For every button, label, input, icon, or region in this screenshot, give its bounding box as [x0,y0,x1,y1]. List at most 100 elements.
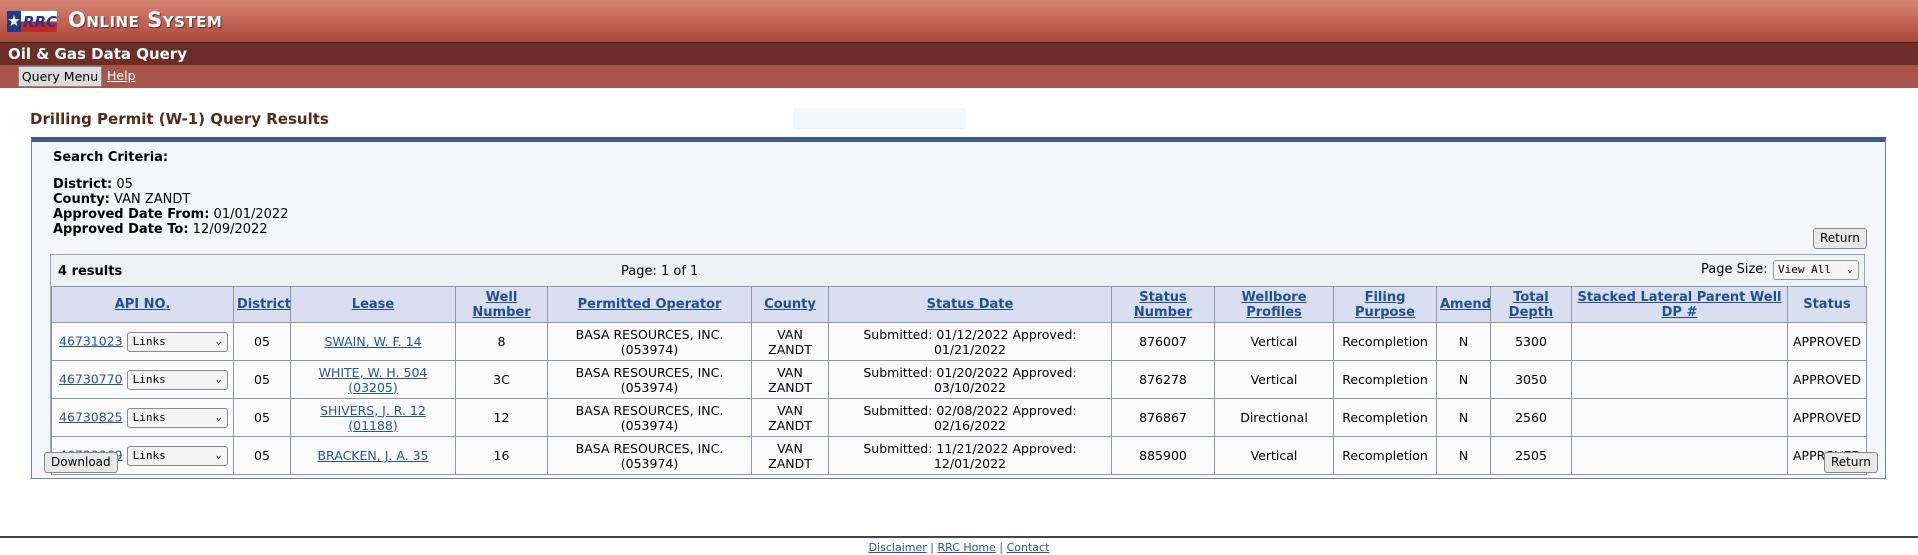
lease-link[interactable]: SHIVERS, J. R. 12 (01188) [320,403,426,433]
chevron-down-icon: ⌄ [215,411,222,423]
chevron-down-icon: ⌄ [215,373,222,385]
cell-district: 05 [233,398,291,437]
col-filing-purpose[interactable]: Filing Purpose [1333,286,1437,323]
table-row: 46731023 Links ⌄ 05 SWAIN, W. F. 14 8 BASA… [51,322,1867,361]
col-status-number[interactable]: Status Number [1111,286,1215,323]
col-wellbore-profiles[interactable]: Wellbore Profiles [1214,286,1334,323]
chevron-down-icon: ⌄ [215,449,222,461]
col-amend[interactable]: Amend [1436,286,1491,323]
cell-stacked [1571,398,1788,437]
criteria-county: County: VAN ZANDT [53,192,191,207]
api-link[interactable]: 46731023 [59,333,123,348]
cell-stacked [1571,436,1788,475]
table-row: 46730969Links⌄ 05 BRACKEN, J. A. 35 16 B… [51,436,1867,475]
cell-well-number: 16 [455,436,548,475]
cell-well-number: 12 [455,398,548,437]
disclaimer-link[interactable]: Disclaimer [869,541,927,554]
return-button-top[interactable]: Return [1813,228,1867,249]
table-row: 46730770 Links ⌄ 05 WHITE, W. H. 504 (0320… [51,360,1867,399]
api-link[interactable]: 46730825 [59,409,123,424]
page-size-label: Page Size: [1701,262,1768,277]
page-info: Page: 1 of 1 [621,264,699,279]
lease-link[interactable]: BRACKEN, J. A. 35 [317,448,428,463]
contact-link[interactable]: Contact [1007,541,1050,554]
cell-depth: 5300 [1490,322,1572,361]
cell-status-number: 876278 [1111,360,1215,399]
chevron-down-icon: ⌄ [215,335,222,347]
page-size-select[interactable]: View All ⌄ [1773,260,1859,280]
cell-district: 05 [233,322,291,361]
search-criteria-heading: Search Criteria: [53,150,169,165]
cell-amend: N [1436,360,1491,399]
table-header-row: API NO. District Lease Well Number Permi… [51,286,1867,323]
nav-bar: Query Menu Help [0,65,1918,88]
rrc-home-link[interactable]: RRC Home [937,541,995,554]
cell-purpose: Recompletion [1333,436,1437,475]
table-row: 46730825 Links ⌄ 05 SHIVERS, J. R. 12 (011… [51,398,1867,437]
links-select[interactable]: Links ⌄ [126,331,228,352]
footer-divider [0,536,1918,538]
col-api-no[interactable]: API NO. [51,286,234,323]
cell-operator: BASA RESOURCES, INC.(053974) [547,322,752,361]
results-count: 4 results [58,264,123,279]
links-select[interactable]: Links ⌄ [126,407,228,428]
cell-depth: 3050 [1490,360,1572,399]
cell-county: VAN ZANDT [751,398,829,437]
col-stacked-lateral[interactable]: Stacked Lateral Parent Well DP # [1571,286,1788,323]
footer-separator: | [930,541,934,554]
cell-status: APPROVED [1787,322,1867,361]
cell-stacked [1571,360,1788,399]
header-banner: RRC Online System [0,0,1918,42]
cell-amend: N [1436,436,1491,475]
cell-status-date: Submitted: 01/12/2022 Approved: 01/21/20… [828,322,1112,361]
cell-operator: BASA RESOURCES, INC.(053974) [547,360,752,399]
cell-well-number: 8 [455,322,548,361]
cell-county: VAN ZANDT [751,360,829,399]
cell-purpose: Recompletion [1333,322,1437,361]
links-select[interactable]: Links ⌄ [126,445,228,466]
cell-district: 05 [233,360,291,399]
download-button[interactable]: Download [44,452,118,473]
return-button-bottom[interactable]: Return [1824,452,1878,473]
links-select[interactable]: Links ⌄ [126,369,228,390]
footer-separator: | [999,541,1004,554]
api-link[interactable]: 46730770 [59,371,123,386]
results-table: API NO. District Lease Well Number Permi… [51,286,1867,475]
col-operator[interactable]: Permitted Operator [547,286,752,323]
lease-link[interactable]: SWAIN, W. F. 14 [324,334,421,349]
col-well-number[interactable]: Well Number [455,286,548,323]
cell-depth: 2560 [1490,398,1572,437]
cell-status-number: 876867 [1111,398,1215,437]
help-link[interactable]: Help [107,68,136,83]
query-menu-button[interactable]: Query Menu [18,66,102,87]
cell-profile: Vertical [1214,360,1334,399]
criteria-district: District: 05 [53,177,133,192]
cell-profile: Directional [1214,398,1334,437]
cell-operator: BASA RESOURCES, INC.(053974) [547,398,752,437]
col-lease[interactable]: Lease [290,286,456,323]
results-panel: Search Criteria: District: 05 County: VA… [31,137,1886,479]
col-district[interactable]: District [233,286,291,323]
cell-status-date: Submitted: 11/21/2022 Approved: 12/01/20… [828,436,1112,475]
lease-link[interactable]: WHITE, W. H. 504 (03205) [319,365,428,395]
cell-county: VAN ZANDT [751,436,829,475]
faded-overlay [793,108,966,129]
cell-stacked [1571,322,1788,361]
col-county[interactable]: County [751,286,829,323]
footer: Disclaimer | RRC Home | Contact [0,541,1918,554]
cell-status: APPROVED [1787,360,1867,399]
results-toolbar: 4 results Page: 1 of 1 Page Size: View A… [51,255,1864,286]
cell-status-date: Submitted: 02/08/2022 Approved: 02/16/20… [828,398,1112,437]
cell-status-date: Submitted: 01/20/2022 Approved: 03/10/20… [828,360,1112,399]
app-title-bar: Oil & Gas Data Query [0,42,1918,65]
col-status-date[interactable]: Status Date [828,286,1112,323]
cell-well-number: 3C [455,360,548,399]
cell-county: VAN ZANDT [751,322,829,361]
system-title: Online System [68,8,223,32]
rrc-logo: RRC [7,11,57,32]
svg-text:RRC: RRC [23,13,57,31]
cell-profile: Vertical [1214,322,1334,361]
cell-district: 05 [233,436,291,475]
col-total-depth[interactable]: Total Depth [1490,286,1572,323]
cell-amend: N [1436,398,1491,437]
